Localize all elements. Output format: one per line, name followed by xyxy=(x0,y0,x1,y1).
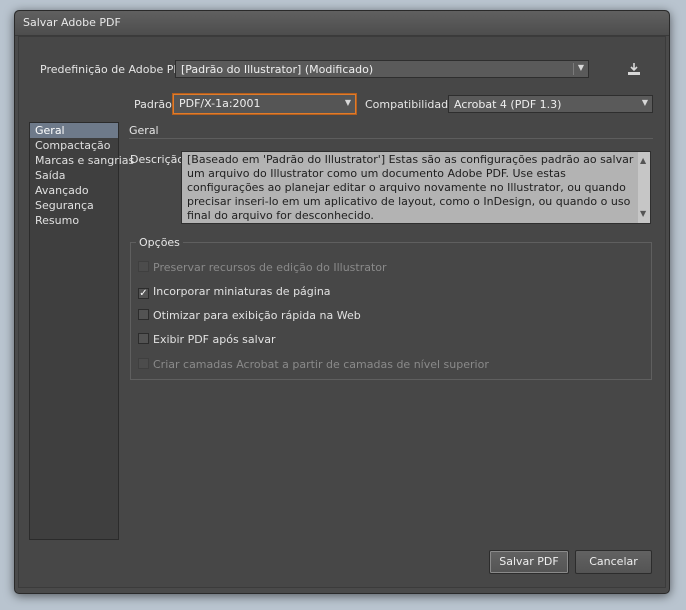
option-label: Otimizar para exibição rápida na Web xyxy=(153,309,361,322)
checkmark-icon[interactable]: ✓ xyxy=(138,288,149,299)
sidebar-item-saida[interactable]: Saída xyxy=(30,168,118,183)
chevron-down-icon: ▼ xyxy=(641,98,648,107)
option-preserve-editing: Preservar recursos de edição do Illustra… xyxy=(138,261,387,275)
options-title: Opções xyxy=(136,236,183,249)
checkbox[interactable] xyxy=(138,309,149,320)
section-title: Geral xyxy=(129,124,159,137)
save-preset-icon[interactable] xyxy=(627,62,641,76)
chevron-down-icon: ▼ xyxy=(577,63,584,72)
title-bar[interactable]: Salvar Adobe PDF xyxy=(15,11,669,36)
standard-label: Padrão: xyxy=(134,98,176,111)
sidebar-item-seguranca[interactable]: Segurança xyxy=(30,198,118,213)
standard-value: PDF/X-1a:2001 xyxy=(179,97,261,110)
window-title: Salvar Adobe PDF xyxy=(23,16,121,29)
sidebar-item-marcas-e-sangrias[interactable]: Marcas e sangrias xyxy=(30,153,134,168)
preset-value: [Padrão do Illustrator] (Modificado) xyxy=(181,63,374,76)
sidebar-item-geral[interactable]: Geral xyxy=(30,123,118,138)
description-text: [Baseado em 'Padrão do Illustrator'] Est… xyxy=(187,153,634,222)
checkbox xyxy=(138,261,149,272)
preset-label: Predefinição de Adobe PDF: xyxy=(40,63,192,76)
scroll-up-icon[interactable]: ▲ xyxy=(640,154,646,168)
option-label: Exibir PDF após salvar xyxy=(153,333,276,346)
sidebar-item-compactacao[interactable]: Compactação xyxy=(30,138,118,153)
compatibility-select[interactable]: Acrobat 4 (PDF 1.3) ▼ xyxy=(448,95,653,113)
standard-select[interactable]: PDF/X-1a:2001 ▼ xyxy=(173,94,356,114)
compatibility-label: Compatibilidade: xyxy=(365,98,459,111)
description-label: Descrição: xyxy=(130,153,188,166)
option-view-after-save[interactable]: Exibir PDF após salvar xyxy=(138,333,275,347)
option-label: Preservar recursos de edição do Illustra… xyxy=(153,261,387,274)
sidebar-item-resumo[interactable]: Resumo xyxy=(30,213,118,228)
option-fast-web-view[interactable]: Otimizar para exibição rápida na Web xyxy=(138,309,361,323)
preset-select[interactable]: [Padrão do Illustrator] (Modificado) ▼ xyxy=(175,60,589,78)
scroll-down-icon[interactable]: ▼ xyxy=(640,207,646,221)
option-embed-thumbnails[interactable]: ✓ Incorporar miniaturas de página xyxy=(138,285,331,299)
option-label: Criar camadas Acrobat a partir de camada… xyxy=(153,358,489,371)
checkbox xyxy=(138,358,149,369)
save-pdf-button[interactable]: Salvar PDF xyxy=(489,550,569,574)
sidebar-item-avancado[interactable]: Avançado xyxy=(30,183,118,198)
cancel-button[interactable]: Cancelar xyxy=(575,550,652,574)
dropdown-divider xyxy=(573,63,574,75)
description-textarea[interactable]: [Baseado em 'Padrão do Illustrator'] Est… xyxy=(181,151,651,224)
option-label: Incorporar miniaturas de página xyxy=(153,285,331,298)
checkbox[interactable] xyxy=(138,333,149,344)
option-create-acrobat-layers: Criar camadas Acrobat a partir de camada… xyxy=(138,358,489,372)
description-scrollbar[interactable]: ▲ ▼ xyxy=(638,152,650,223)
chevron-down-icon: ▼ xyxy=(344,98,351,107)
sidebar-nav: Geral Compactação Marcas e sangrias Saíd… xyxy=(29,122,134,540)
compatibility-value: Acrobat 4 (PDF 1.3) xyxy=(454,98,562,111)
section-divider xyxy=(129,138,653,139)
